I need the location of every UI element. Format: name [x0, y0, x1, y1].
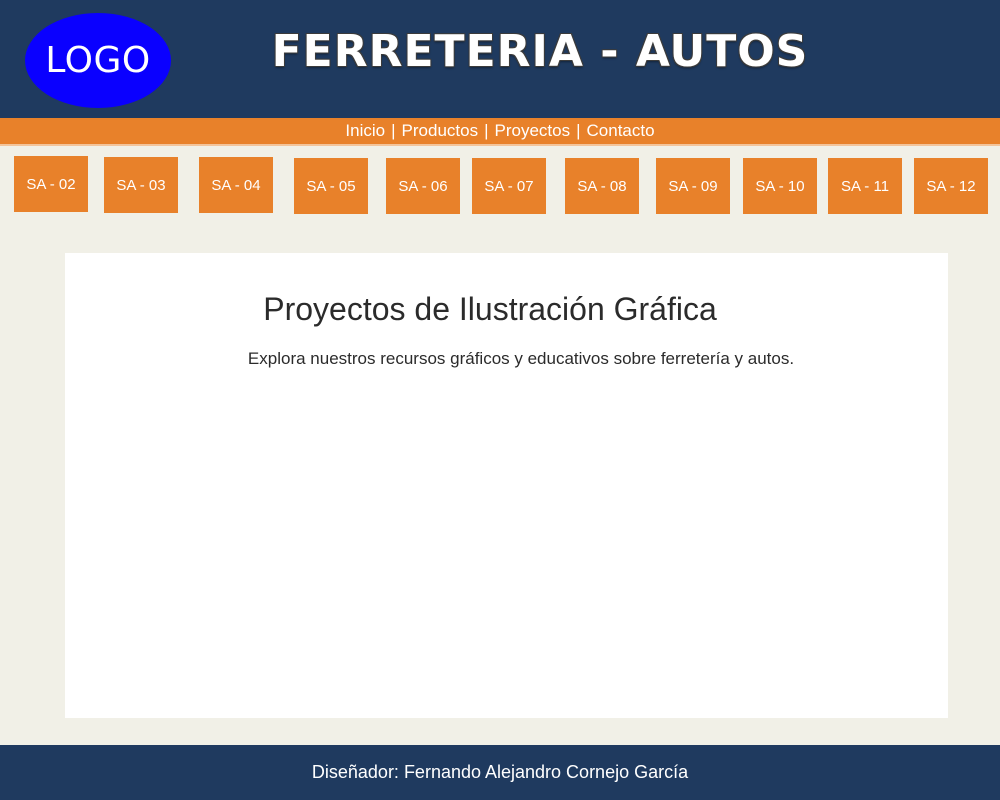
- tile-sa-07[interactable]: SA - 07: [472, 158, 546, 214]
- main-nav: Inicio | Productos | Proyectos | Contact…: [0, 118, 1000, 146]
- page-title: Proyectos de Ilustración Gráfica: [263, 291, 717, 327]
- tile-sa-02[interactable]: SA - 02: [14, 156, 88, 212]
- nav-link-inicio[interactable]: Inicio: [345, 121, 385, 141]
- tile-sa-03[interactable]: SA - 03: [104, 157, 178, 213]
- nav-separator: |: [391, 121, 396, 140]
- logo[interactable]: LOGO: [25, 13, 171, 108]
- tile-sa-10[interactable]: SA - 10: [743, 158, 817, 214]
- main-content: Proyectos de Ilustración Gráfica Explora…: [65, 253, 948, 718]
- tile-sa-04[interactable]: SA - 04: [199, 157, 273, 213]
- nav-separator: |: [576, 121, 581, 140]
- site-title: FERRETERIA - AUTOS: [271, 26, 809, 77]
- site-header: LOGO FERRETERIA - AUTOS: [0, 0, 1000, 118]
- designer-credit: Diseñador: Fernando Alejandro Cornejo Ga…: [311, 762, 689, 782]
- page-description: Explora nuestros recursos gráficos y edu…: [247, 349, 795, 368]
- tile-sa-11[interactable]: SA - 11: [828, 158, 902, 214]
- page: LOGO FERRETERIA - AUTOS Inicio | Product…: [0, 0, 1000, 800]
- nav-separator: |: [484, 121, 489, 140]
- nav-link-proyectos[interactable]: Proyectos: [495, 121, 571, 141]
- tile-sa-12[interactable]: SA - 12: [914, 158, 988, 214]
- tile-sa-05[interactable]: SA - 05: [294, 158, 368, 214]
- logo-text: LOGO: [45, 40, 151, 81]
- nav-link-productos[interactable]: Productos: [402, 121, 479, 141]
- site-footer: Diseñador: Fernando Alejandro Cornejo Ga…: [0, 745, 1000, 800]
- tile-sa-09[interactable]: SA - 09: [656, 158, 730, 214]
- nav-link-contacto[interactable]: Contacto: [587, 121, 655, 141]
- tile-sa-08[interactable]: SA - 08: [565, 158, 639, 214]
- tile-sa-06[interactable]: SA - 06: [386, 158, 460, 214]
